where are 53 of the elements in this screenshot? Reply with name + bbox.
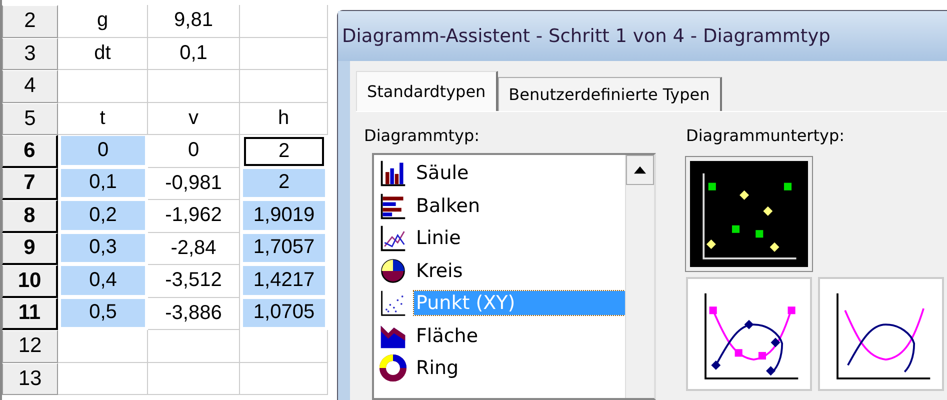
list-item[interactable]: Ring	[414, 356, 625, 380]
table-cell: 0,4	[58, 265, 148, 298]
column-chart-icon	[378, 159, 408, 188]
table-cell: 1,4217	[240, 265, 328, 298]
table-cell: 0,3	[58, 232, 148, 265]
tab[interactable]: Benutzerdefinierte Typen	[498, 77, 722, 111]
scrollbar[interactable]	[625, 155, 654, 398]
table-cell: 0	[148, 135, 240, 168]
table-cell: 2	[240, 168, 328, 200]
list-item[interactable]: Balken	[414, 194, 625, 218]
bar-chart-icon	[378, 192, 408, 220]
table-cell: 0,2	[58, 200, 148, 232]
table-cell: 9,81	[148, 5, 240, 38]
ring-chart-icon	[378, 354, 408, 382]
row-header[interactable]: 7	[2, 168, 58, 200]
scatter-chart-icon	[378, 289, 408, 318]
tab[interactable]: Standardtypen	[356, 71, 498, 111]
row-header[interactable]: 10	[2, 265, 58, 298]
line-chart-icon	[378, 224, 408, 252]
list-item[interactable]: Fläche	[414, 324, 625, 348]
row-header[interactable]: 3	[2, 38, 58, 70]
table-cell: 0,1	[58, 168, 148, 200]
table-cell: 1,7057	[240, 232, 328, 265]
pie-chart-icon	[378, 256, 408, 285]
table-cell: 0	[58, 135, 148, 168]
table-cell: 0,1	[148, 38, 240, 70]
subtype-label: Diagrammuntertyp:	[686, 126, 846, 145]
table-cell: dt	[58, 38, 148, 70]
row-header[interactable]: 13	[2, 362, 58, 395]
table-cell: 0,5	[58, 298, 148, 330]
subtype-tile[interactable]	[686, 277, 812, 391]
row-header[interactable]: 5	[2, 102, 58, 135]
row-header[interactable]: 2	[2, 5, 58, 38]
chart-type-label: Diagrammtyp:	[364, 126, 481, 145]
list-item[interactable]: Linie	[414, 226, 625, 250]
table-cell: 2	[244, 137, 324, 166]
row-header[interactable]: 12	[2, 330, 58, 362]
list-item[interactable]: Kreis	[414, 258, 625, 283]
table-cell: g	[58, 5, 148, 38]
row-header[interactable]: 11	[2, 298, 58, 330]
row-header[interactable]: 4	[2, 70, 58, 102]
scroll-up-button[interactable]	[626, 155, 654, 185]
table-cell: v	[148, 102, 240, 135]
subtype-tile[interactable]	[818, 277, 944, 391]
list-item[interactable]: Säule	[414, 161, 625, 186]
up-arrow-icon	[634, 166, 646, 174]
table-cell: 1,9019	[240, 200, 328, 232]
table-cell: h	[240, 102, 328, 135]
row-header[interactable]: 8	[2, 200, 58, 232]
table-cell: 1,0705	[240, 298, 328, 330]
row-header[interactable]: 6	[2, 135, 58, 168]
window-title: Diagramm-Assistent - Schritt 1 von 4 - Diagrammtyp	[342, 26, 830, 46]
row-header[interactable]: 9	[2, 232, 58, 265]
